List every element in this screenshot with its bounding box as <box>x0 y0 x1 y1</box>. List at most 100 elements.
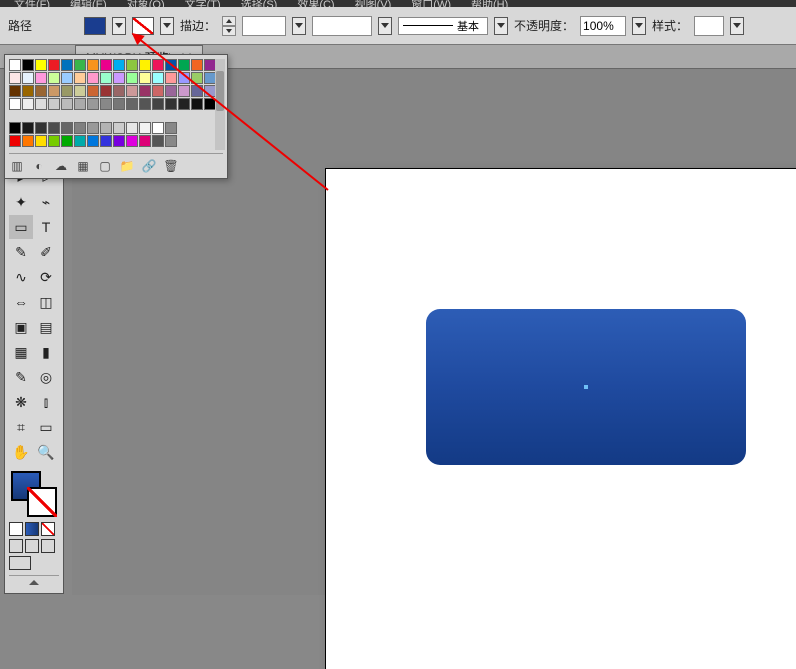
swatch-cell[interactable] <box>9 85 21 97</box>
screen-mode-icon[interactable] <box>9 556 31 570</box>
swatch-cell[interactable] <box>61 98 73 110</box>
swatch-cell[interactable] <box>87 85 99 97</box>
brush-dd[interactable] <box>494 17 508 35</box>
swatch-cell[interactable] <box>48 59 60 71</box>
menu-item[interactable]: 选择(S) <box>231 0 288 7</box>
menu-item[interactable]: 编辑(E) <box>60 0 117 7</box>
stroke-indicator[interactable] <box>27 487 57 517</box>
draw-behind-icon[interactable] <box>25 539 39 553</box>
swatch-cell[interactable] <box>22 59 34 71</box>
swatch-cell[interactable] <box>35 98 47 110</box>
free-transform-tool[interactable]: ▣ <box>9 315 33 339</box>
column-graph-tool[interactable]: ⫾ <box>34 390 58 414</box>
swatch-cell[interactable] <box>113 98 125 110</box>
swatch-cell[interactable] <box>100 122 112 134</box>
swatch-cell[interactable] <box>61 59 73 71</box>
new-swatch-icon[interactable]: ▢ <box>97 158 113 174</box>
pencil-tool[interactable]: ✐ <box>34 240 58 264</box>
swatch-cell[interactable] <box>9 135 21 147</box>
artboard-tool[interactable]: ▭ <box>34 415 58 439</box>
menu-item[interactable]: 窗口(W) <box>401 0 461 7</box>
swatch-cell[interactable] <box>87 122 99 134</box>
rotate-tool[interactable]: ⟳ <box>34 265 58 289</box>
slice-tool[interactable]: ⌗ <box>9 415 33 439</box>
swatch-cell[interactable] <box>61 85 73 97</box>
menu-item[interactable]: 文字(T) <box>175 0 231 7</box>
mesh-tool[interactable]: ▦ <box>9 340 33 364</box>
swatch-cell[interactable] <box>22 135 34 147</box>
symbol-sprayer-tool[interactable]: ❋ <box>9 390 33 414</box>
zoom-tool[interactable]: 🔍 <box>34 440 58 464</box>
fill-dropdown[interactable] <box>112 17 126 35</box>
swatch-cell[interactable] <box>61 122 73 134</box>
swatch-libraries-icon[interactable]: ▥ <box>9 158 25 174</box>
swatch-cell[interactable] <box>74 85 86 97</box>
swatch-cell[interactable] <box>9 59 21 71</box>
swatch-cell[interactable] <box>113 59 125 71</box>
swatch-cell[interactable] <box>87 98 99 110</box>
swatch-cell[interactable] <box>48 135 60 147</box>
swatch-cell[interactable] <box>100 59 112 71</box>
show-kinds-icon[interactable]: ◐ <box>31 158 47 174</box>
variable-width-dd[interactable] <box>378 17 392 35</box>
swatch-cell[interactable] <box>74 122 86 134</box>
swatch-cell[interactable] <box>35 122 47 134</box>
swatch-cell[interactable] <box>9 98 21 110</box>
graphic-style-dd[interactable] <box>730 17 744 35</box>
swatch-cell[interactable] <box>87 135 99 147</box>
draw-inside-icon[interactable] <box>41 539 55 553</box>
graphic-style[interactable] <box>694 16 724 36</box>
swatch-cell[interactable] <box>61 135 73 147</box>
perspective-tool[interactable]: ▤ <box>34 315 58 339</box>
swatch-cell[interactable] <box>100 98 112 110</box>
swatch-cell[interactable] <box>87 72 99 84</box>
fill-swatch[interactable] <box>84 17 106 35</box>
menu-item[interactable]: 效果(C) <box>287 0 344 7</box>
menu-item[interactable]: 视图(V) <box>345 0 402 7</box>
swatch-cell[interactable] <box>35 59 47 71</box>
paintbrush-tool[interactable]: ✎ <box>9 240 33 264</box>
swatch-cell[interactable] <box>87 59 99 71</box>
swatch-cell[interactable] <box>35 85 47 97</box>
swatch-cell[interactable] <box>74 59 86 71</box>
swatch-cell[interactable] <box>74 135 86 147</box>
lasso-tool[interactable]: ⌁ <box>34 190 58 214</box>
gradient-mode-icon[interactable] <box>25 522 39 536</box>
collapse-handle[interactable] <box>9 575 59 589</box>
blend-tool[interactable]: ◎ <box>34 365 58 389</box>
swatch-cell[interactable] <box>48 122 60 134</box>
menu-item[interactable]: 对象(O) <box>117 0 175 7</box>
swatch-cell[interactable] <box>22 72 34 84</box>
swatch-cell[interactable] <box>48 72 60 84</box>
opacity-input[interactable] <box>580 16 626 36</box>
swatch-cell[interactable] <box>22 85 34 97</box>
swatch-options-icon[interactable]: ☁ <box>53 158 69 174</box>
rounded-rectangle-shape[interactable] <box>426 309 746 465</box>
swatch-cell[interactable] <box>74 98 86 110</box>
swatch-cell[interactable] <box>48 85 60 97</box>
eyedropper-tool[interactable]: ✎ <box>9 365 33 389</box>
swatch-cell[interactable] <box>22 122 34 134</box>
none-mode-icon[interactable] <box>41 522 55 536</box>
menu-item[interactable]: 帮助(H) <box>461 0 518 7</box>
hand-tool[interactable]: ✋ <box>9 440 33 464</box>
swatch-cell[interactable] <box>74 72 86 84</box>
new-group-icon[interactable]: ▦ <box>75 158 91 174</box>
rectangle-tool[interactable]: ▭ <box>9 215 33 239</box>
draw-normal-icon[interactable] <box>9 539 23 553</box>
gradient-tool[interactable]: ▮ <box>34 340 58 364</box>
swatch-cell[interactable] <box>48 98 60 110</box>
menu-item[interactable]: 文件(F) <box>4 0 60 7</box>
swatch-cell[interactable] <box>100 85 112 97</box>
swatch-cell[interactable] <box>35 72 47 84</box>
opacity-dd[interactable] <box>632 17 646 35</box>
color-mode-icon[interactable] <box>9 522 23 536</box>
swatch-cell[interactable] <box>113 135 125 147</box>
swatch-cell[interactable] <box>100 135 112 147</box>
magic-wand-tool[interactable]: ✦ <box>9 190 33 214</box>
brush-definition[interactable]: 基本 <box>398 17 488 35</box>
swatch-cell[interactable] <box>9 72 21 84</box>
fill-stroke-indicator[interactable] <box>9 469 57 519</box>
swatch-cell[interactable] <box>100 72 112 84</box>
swatch-cell[interactable] <box>22 98 34 110</box>
